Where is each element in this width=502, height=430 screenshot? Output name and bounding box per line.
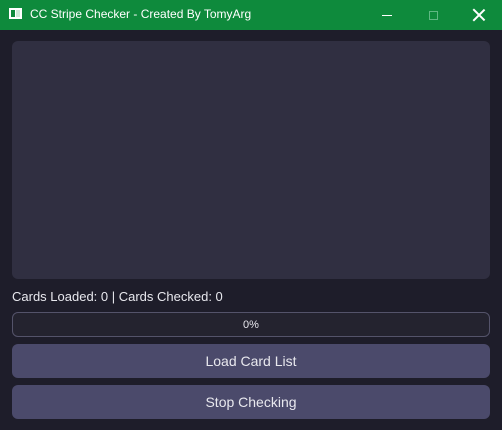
close-icon — [473, 9, 485, 21]
cards-status-label: Cards Loaded: 0 | Cards Checked: 0 — [12, 289, 223, 304]
minimize-button[interactable] — [364, 0, 410, 30]
minimize-icon — [382, 14, 392, 16]
results-output-area[interactable] — [12, 41, 490, 279]
window-title: CC Stripe Checker - Created By TomyArg — [30, 7, 252, 21]
maximize-icon — [428, 10, 438, 20]
app-window: CC Stripe Checker - Created By TomyArg C… — [0, 0, 502, 430]
progress-label: 0% — [243, 318, 259, 331]
close-button[interactable] — [456, 0, 502, 30]
maximize-button[interactable] — [410, 0, 456, 30]
stop-checking-button[interactable]: Stop Checking — [12, 385, 490, 419]
load-card-list-button[interactable]: Load Card List — [12, 344, 490, 378]
title-bar[interactable]: CC Stripe Checker - Created By TomyArg — [0, 0, 502, 30]
app-icon — [9, 8, 22, 19]
progress-bar: 0% — [12, 312, 490, 337]
